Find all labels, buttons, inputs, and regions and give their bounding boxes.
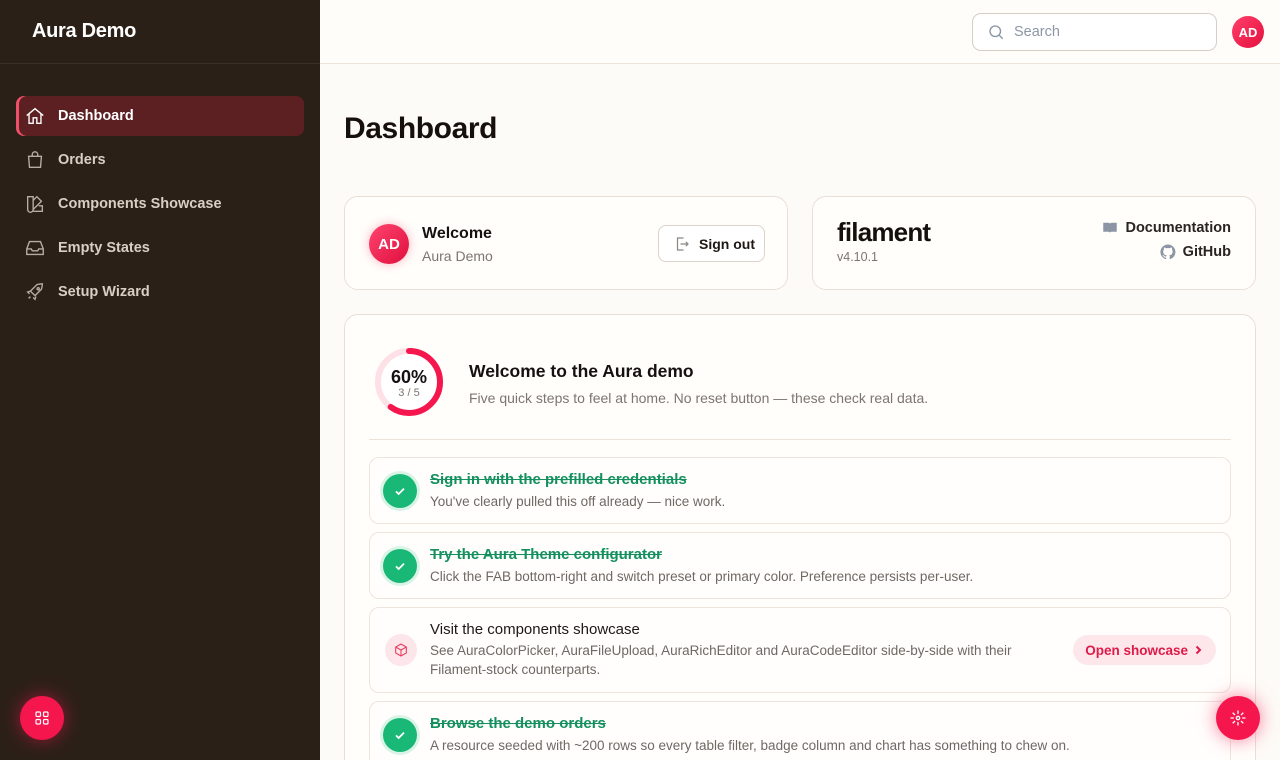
chevron-right-icon [1195, 645, 1202, 655]
progress-percent: 60% [390, 367, 428, 387]
sidebar-item-label: Dashboard [58, 108, 134, 124]
onboarding-card: 60% 3 / 5 Welcome to the Aura demo Five … [344, 314, 1256, 760]
open-showcase-button[interactable]: Open showcase [1073, 635, 1216, 665]
welcome-title: Welcome [422, 225, 492, 242]
brand-title[interactable]: Aura Demo [0, 0, 320, 64]
step-title: Visit the components showcase [430, 621, 640, 638]
onboarding-subtitle: Five quick steps to feel at home. No res… [469, 390, 929, 406]
onboarding-step: Sign in with the prefilled credentials Y… [369, 457, 1231, 524]
sign-out-button[interactable]: Sign out [658, 225, 765, 262]
step-description: You've clearly pulled this off already —… [430, 494, 726, 509]
step-title: Browse the demo orders [430, 715, 606, 732]
inbox-icon [26, 240, 44, 256]
onboarding-step: Browse the demo orders A resource seeded… [369, 701, 1231, 760]
sparkle-icon [1230, 710, 1246, 726]
book-icon [1103, 222, 1118, 234]
sidebar-item-setup-wizard[interactable]: Setup Wizard [16, 272, 304, 312]
user-avatar[interactable]: AD [1232, 16, 1264, 48]
avatar: AD [369, 224, 409, 264]
search-input[interactable] [1014, 24, 1204, 40]
github-link[interactable]: GitHub [1159, 243, 1231, 261]
topbar: AD [320, 0, 1280, 64]
cube-icon [385, 634, 417, 666]
github-label: GitHub [1182, 244, 1231, 260]
welcome-user-name: Aura Demo [422, 248, 493, 264]
filament-version: v4.10.1 [837, 250, 879, 264]
search-icon [989, 25, 1004, 40]
swatch-icon [26, 195, 44, 213]
sidebar-item-label: Setup Wizard [58, 284, 150, 300]
search-box[interactable] [972, 13, 1217, 51]
open-showcase-label: Open showcase [1085, 642, 1188, 658]
check-icon [383, 718, 417, 752]
filament-logo: filament [837, 217, 931, 247]
step-description: Click the FAB bottom-right and switch pr… [430, 569, 974, 584]
sidebar-nav: Dashboard Orders Components Showcase Emp… [0, 64, 320, 312]
step-description: Filament-stock counterparts. [430, 662, 601, 677]
onboarding-step: Visit the components showcase See AuraCo… [369, 607, 1231, 693]
filament-info-card: filament v4.10.1 Documentation GitHub [812, 196, 1256, 290]
check-icon [383, 549, 417, 583]
divider [369, 439, 1231, 440]
home-icon [26, 107, 44, 125]
sidebar-item-label: Orders [58, 152, 106, 168]
grid-icon [35, 711, 49, 725]
check-icon [383, 474, 417, 508]
sidebar-item-label: Empty States [58, 240, 150, 256]
logout-icon [676, 236, 689, 251]
onboarding-title: Welcome to the Aura demo [469, 361, 694, 381]
rocket-icon [26, 283, 44, 301]
documentation-label: Documentation [1125, 220, 1231, 236]
sidebar-item-orders[interactable]: Orders [16, 140, 304, 180]
step-description: See AuraColorPicker, AuraFileUpload, Aur… [430, 643, 1012, 658]
documentation-link[interactable]: Documentation [1101, 219, 1231, 237]
welcome-card: AD Welcome Aura Demo Sign out [344, 196, 788, 290]
onboarding-step: Try the Aura Theme configurator Click th… [369, 532, 1231, 599]
sidebar-item-empty-states[interactable]: Empty States [16, 228, 304, 268]
step-title: Sign in with the prefilled credentials [430, 471, 687, 488]
step-title: Try the Aura Theme configurator [430, 546, 662, 563]
page-title: Dashboard [344, 112, 498, 145]
theme-configurator-fab-button[interactable] [1216, 696, 1260, 740]
sidebar-item-label: Components Showcase [58, 196, 222, 212]
progress-fraction: 3 / 5 [398, 387, 420, 399]
sign-out-label: Sign out [699, 235, 755, 252]
shopping-bag-icon [27, 151, 43, 169]
sidebar-item-dashboard[interactable]: Dashboard [16, 96, 304, 136]
apps-fab-button[interactable] [20, 696, 64, 740]
sidebar-item-components-showcase[interactable]: Components Showcase [16, 184, 304, 224]
github-icon [1160, 244, 1176, 260]
sidebar: Aura Demo Dashboard Orders Components Sh… [0, 0, 320, 760]
step-description: A resource seeded with ~200 rows so ever… [430, 738, 1070, 753]
